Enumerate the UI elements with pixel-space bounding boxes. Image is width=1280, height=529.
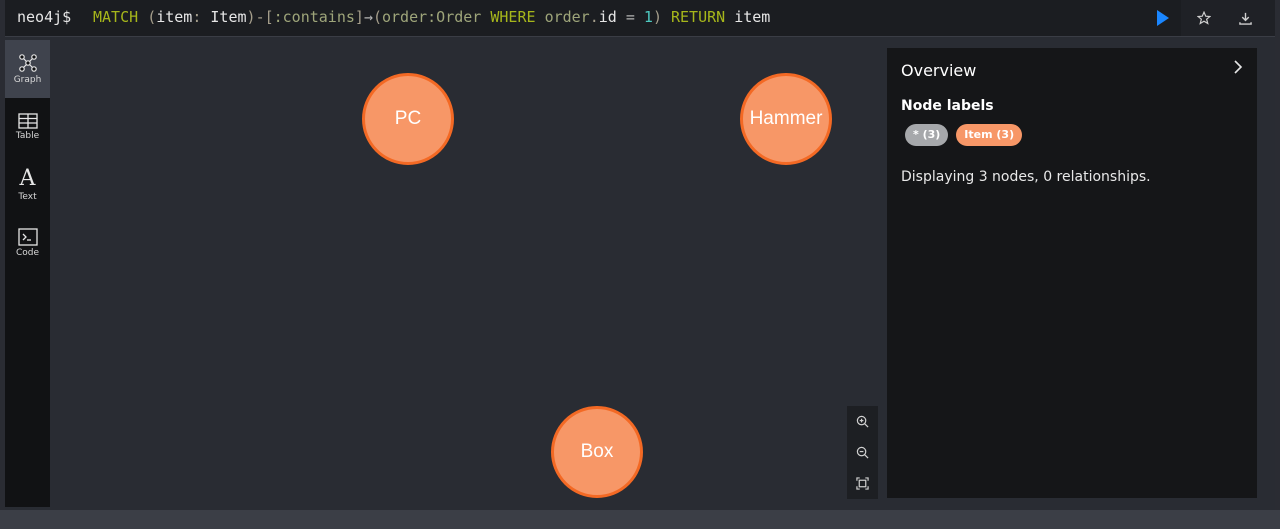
fit-screen-icon — [856, 477, 869, 490]
query-token — [536, 8, 545, 26]
zoom-out-button[interactable] — [847, 437, 878, 468]
graph-node-hammer[interactable]: Hammer — [740, 73, 832, 165]
query-prompt: neo4j$ — [17, 8, 72, 26]
query-token: . — [589, 8, 599, 26]
node-labels-heading: Node labels — [901, 98, 994, 114]
sidebar-item-text[interactable]: A Text — [5, 156, 50, 214]
query-text[interactable]: MATCH (item: Item)-[:contains]→(order:Or… — [93, 8, 770, 26]
query-token: item — [734, 8, 771, 26]
zoom-in-button[interactable] — [847, 406, 878, 437]
view-sidebar: Graph Table A Text Code — [5, 40, 50, 507]
query-token: id — [598, 8, 617, 26]
overview-panel: Overview Node labels * (3) Item (3) Disp… — [887, 48, 1257, 498]
graph-canvas[interactable]: PC Hammer Box — [50, 40, 886, 507]
query-token — [138, 8, 147, 26]
sidebar-item-graph[interactable]: Graph — [5, 40, 50, 98]
collapse-panel-button[interactable] — [1227, 56, 1249, 78]
label-chip-all[interactable]: * (3) — [905, 124, 949, 146]
node-label: Hammer — [749, 108, 823, 129]
text-icon: A — [19, 166, 36, 191]
graph-node-pc[interactable]: PC — [362, 73, 454, 165]
zoom-in-icon — [856, 415, 869, 428]
sidebar-item-label: Text — [18, 192, 37, 202]
query-token: ( — [147, 8, 157, 26]
node-label: PC — [394, 108, 422, 129]
sidebar-item-table[interactable]: Table — [5, 98, 50, 156]
query-token: RETURN — [671, 8, 726, 26]
query-token: WHERE — [490, 8, 536, 26]
query-token: ) — [246, 8, 256, 26]
node-label: Box — [580, 441, 614, 462]
query-token: = — [616, 8, 644, 26]
query-token: ] — [354, 8, 364, 26]
query-token: ) — [652, 8, 662, 26]
label-chip-item[interactable]: Item (3) — [956, 124, 1023, 146]
run-button[interactable] — [1151, 6, 1175, 30]
node-label-chips: * (3) Item (3) — [905, 124, 1023, 146]
download-icon — [1238, 12, 1252, 25]
table-icon — [17, 113, 38, 129]
query-editor[interactable]: neo4j$ MATCH (item: Item)-[:contains]→(o… — [5, 0, 1181, 36]
query-token: order — [382, 8, 428, 26]
code-icon — [17, 228, 38, 246]
graph-icon — [18, 54, 37, 72]
result-summary: Displaying 3 nodes, 0 relationships. — [901, 169, 1151, 185]
bottom-strip — [0, 510, 1280, 529]
query-token: : — [192, 8, 211, 26]
play-icon — [1157, 10, 1169, 26]
graph-node-box[interactable]: Box — [551, 406, 643, 498]
zoom-out-icon — [856, 446, 869, 459]
zoom-controls — [847, 406, 878, 499]
query-token: 1 — [643, 8, 653, 26]
query-token — [725, 8, 734, 26]
favorite-button[interactable] — [1192, 6, 1216, 30]
query-token: item — [156, 8, 193, 26]
chevron-right-icon — [1234, 60, 1243, 74]
overview-title: Overview — [901, 61, 977, 80]
query-token: :Order — [427, 8, 482, 26]
query-token — [662, 8, 671, 26]
query-token: → — [363, 8, 373, 26]
star-icon — [1197, 11, 1211, 25]
fit-to-screen-button[interactable] — [847, 468, 878, 499]
sidebar-item-label: Table — [15, 131, 40, 141]
sidebar-item-code[interactable]: Code — [5, 214, 50, 272]
query-token: :contains — [273, 8, 355, 26]
query-token: Item — [210, 8, 247, 26]
download-button[interactable] — [1233, 6, 1257, 30]
query-token: -[ — [255, 8, 274, 26]
sidebar-item-label: Graph — [13, 75, 42, 85]
query-token: ( — [372, 8, 382, 26]
query-bar: neo4j$ MATCH (item: Item)-[:contains]→(o… — [5, 0, 1275, 37]
sidebar-item-label: Code — [15, 248, 40, 258]
query-token: MATCH — [93, 8, 139, 26]
app-frame: neo4j$ MATCH (item: Item)-[:contains]→(o… — [5, 0, 1275, 510]
query-token: order — [544, 8, 590, 26]
